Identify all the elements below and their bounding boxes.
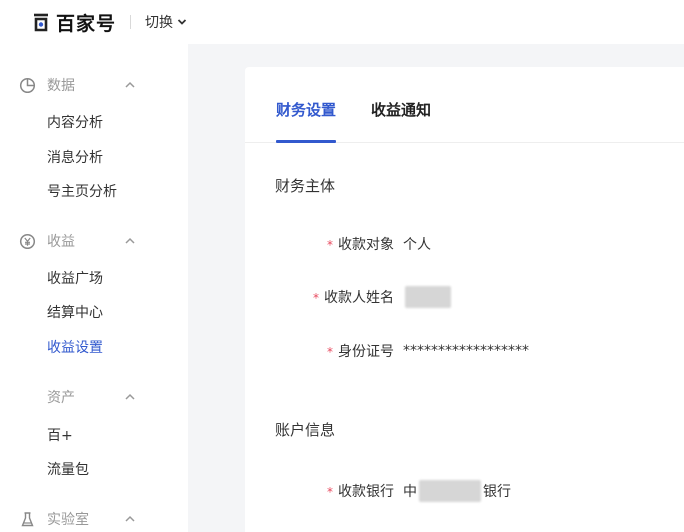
sidebar-item-baijia-plus[interactable]: 百+	[0, 421, 188, 449]
baijiahao-logo[interactable]: 百家号	[31, 9, 116, 36]
field-row-payee-type: * 收款对象 个人	[245, 232, 684, 256]
tab-bar: 财务设置 收益通知	[245, 67, 684, 143]
baijiahao-logo-icon	[34, 13, 48, 32]
sidebar-group-income[interactable]: 收益	[0, 227, 188, 255]
sidebar-item-traffic-pack[interactable]: 流量包	[0, 455, 188, 483]
field-label-text: 收款对象	[338, 237, 394, 253]
sidebar-item-label: 结算中心	[47, 305, 103, 321]
section-title-finance-subject: 财务主体	[275, 177, 336, 195]
field-label: * 收款人姓名	[313, 287, 394, 307]
field-label: * 收款银行	[327, 481, 394, 501]
bank-prefix: 中	[403, 484, 417, 500]
chevron-down-icon	[177, 19, 187, 25]
field-row-bank: * 收款银行 中 银行	[245, 479, 684, 503]
sidebar-item-homepage-analysis[interactable]: 号主页分析	[0, 177, 188, 205]
sidebar-item-label: 消息分析	[47, 150, 103, 166]
chevron-up-icon	[125, 393, 135, 400]
sidebar-item-label: 内容分析	[47, 115, 103, 131]
sidebar-item-settlement-center[interactable]: 结算中心	[0, 298, 188, 326]
field-row-id-number: * 身份证号 ******************	[245, 339, 684, 363]
chevron-up-icon	[125, 81, 135, 88]
field-label-text: 身份证号	[338, 344, 394, 360]
required-asterisk: *	[327, 345, 333, 359]
tab-income-notification[interactable]: 收益通知	[371, 99, 431, 143]
sidebar-item-label: 流量包	[47, 462, 89, 478]
field-label-text: 收款银行	[338, 484, 394, 500]
required-asterisk: *	[313, 291, 319, 305]
sidebar: 数据 内容分析 消息分析 号主页分析 收益 收益广场 结算中心 收益设置 资产	[0, 44, 188, 532]
sidebar-group-label: 数据	[47, 78, 75, 94]
header-divider	[130, 15, 132, 29]
required-asterisk: *	[327, 485, 333, 499]
sidebar-item-label: 收益广场	[47, 271, 103, 287]
id-number-value: ******************	[403, 343, 529, 359]
field-row-payee-name: * 收款人姓名	[245, 285, 684, 309]
payee-type-value: 个人	[403, 237, 431, 253]
sidebar-group-label: 资产	[47, 390, 75, 406]
yen-circle-icon	[19, 233, 36, 249]
bank-suffix: 银行	[483, 484, 511, 500]
logo-text: 百家号	[56, 12, 117, 35]
sidebar-item-income-plaza[interactable]: 收益广场	[0, 264, 188, 292]
sidebar-group-label: 实验室	[47, 512, 89, 528]
sidebar-group-assets[interactable]: 资产	[0, 383, 188, 411]
section-title-account-info: 账户信息	[275, 421, 336, 439]
sidebar-item-content-analysis[interactable]: 内容分析	[0, 108, 188, 136]
chevron-up-icon	[125, 515, 135, 522]
sidebar-item-income-settings[interactable]: 收益设置	[0, 333, 188, 361]
sidebar-item-label: 百+	[47, 428, 73, 444]
sidebar-group-data[interactable]: 数据	[0, 71, 188, 99]
required-asterisk: *	[327, 238, 333, 252]
field-label: * 身份证号	[327, 341, 394, 361]
payee-name-value	[405, 286, 451, 308]
redacted-name	[405, 286, 451, 308]
field-label-text: 收款人姓名	[324, 290, 394, 306]
field-label: * 收款对象	[327, 234, 394, 254]
flask-icon	[21, 511, 34, 526]
sidebar-group-label: 收益	[47, 234, 75, 250]
top-header: 百家号 切换	[0, 0, 684, 44]
sidebar-item-label: 号主页分析	[47, 184, 117, 200]
sidebar-item-label: 收益设置	[47, 340, 103, 356]
switch-label: 切换	[145, 15, 174, 31]
tab-finance-settings[interactable]: 财务设置	[276, 99, 337, 143]
finance-settings-card: 财务设置 收益通知 财务主体 * 收款对象 个人 * 收款人姓名 * 身份证号 ***…	[245, 67, 684, 532]
chevron-up-icon	[125, 237, 135, 244]
sidebar-item-message-analysis[interactable]: 消息分析	[0, 143, 188, 171]
bank-value: 中 银行	[403, 480, 511, 502]
redacted-bank-name	[419, 480, 481, 502]
pie-chart-icon	[19, 77, 36, 93]
sidebar-group-lab[interactable]: 实验室	[0, 505, 188, 532]
switch-account-button[interactable]: 切换	[145, 12, 187, 32]
